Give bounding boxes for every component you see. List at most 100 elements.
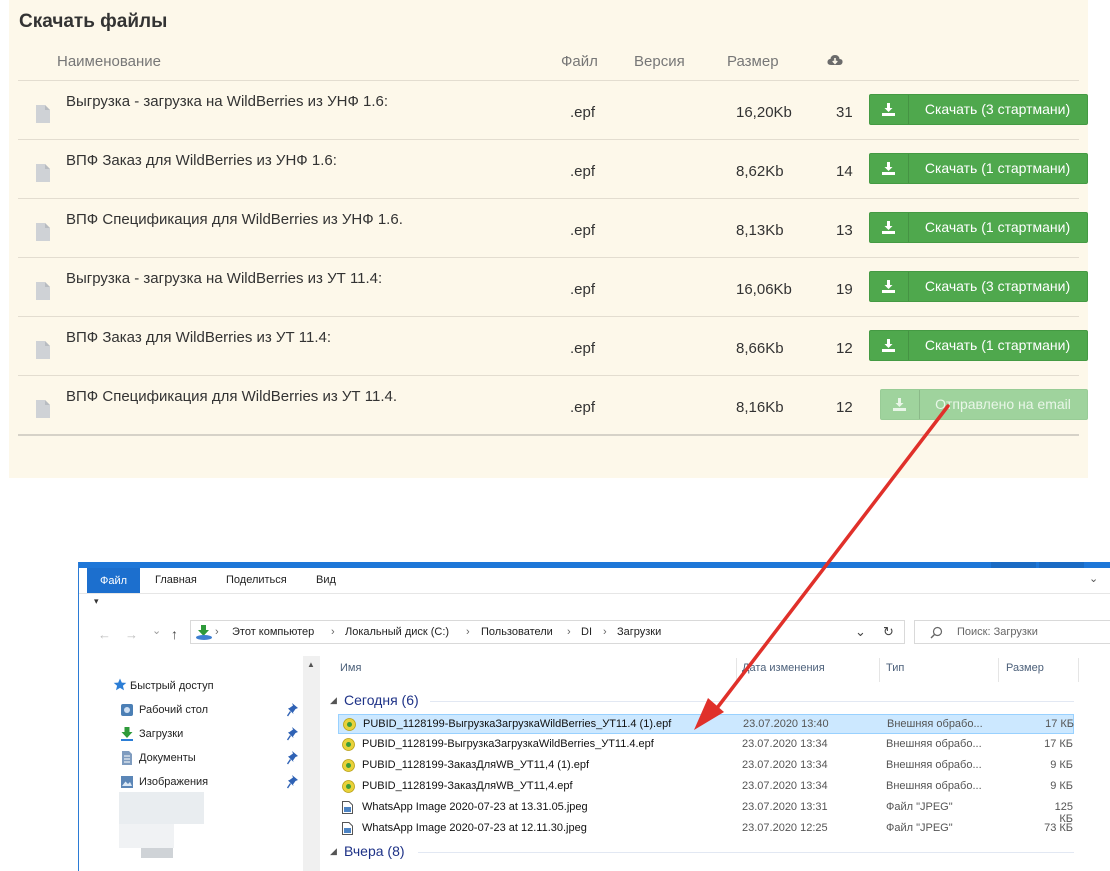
file-row[interactable]: WhatsApp Image 2020-07-23 at 12.11.30.jp… bbox=[338, 819, 1074, 839]
nav-item-desktop[interactable]: Рабочий стол bbox=[139, 704, 208, 716]
download-files-panel: Скачать файлы Наименование Файл Версия Р… bbox=[9, 0, 1088, 478]
files-table: Выгрузка - загрузка на WildBerries из УН… bbox=[18, 80, 1088, 436]
download-icon bbox=[881, 390, 920, 419]
column-header-size[interactable]: Размер bbox=[1006, 662, 1044, 674]
file-name: PUBID_1128199-ВыгрузкаЗагрузкаWildBerrie… bbox=[363, 718, 672, 730]
file-name: WhatsApp Image 2020-07-23 at 13.31.05.jp… bbox=[362, 801, 588, 813]
button-label: Скачать (1 стартмани) bbox=[924, 160, 1071, 176]
download-button[interactable]: Скачать (3 стартмани) bbox=[869, 271, 1088, 302]
file-extension: .epf bbox=[570, 399, 596, 416]
address-bar[interactable]: › Этот компьютер › Локальный диск (C:) ›… bbox=[190, 620, 905, 644]
breadcrumb-local-disk[interactable]: Локальный диск (C:) bbox=[345, 626, 449, 638]
quick-access-star-icon bbox=[113, 678, 127, 694]
tab-home[interactable]: Главная bbox=[155, 574, 197, 586]
breadcrumb-user[interactable]: DI bbox=[581, 626, 592, 638]
document-icon bbox=[36, 223, 50, 246]
group-today[interactable]: Сегодня (6) bbox=[344, 692, 419, 708]
file-date: 23.07.2020 13:40 bbox=[743, 718, 829, 730]
file-size: 8,66Kb bbox=[736, 340, 784, 357]
pin-icon[interactable] bbox=[286, 703, 299, 722]
nav-quick-access[interactable]: Быстрый доступ bbox=[130, 680, 214, 692]
back-button[interactable]: ← bbox=[98, 627, 111, 642]
button-label: Отправлено на email bbox=[935, 396, 1071, 412]
file-explorer-window: Файл Главная Поделиться Вид ⌄ ▾ ← → ⌄ ↑ … bbox=[78, 562, 1110, 871]
file-size: 16,20Kb bbox=[736, 104, 792, 121]
download-button[interactable]: Скачать (1 стартмани) bbox=[869, 212, 1088, 243]
download-icon bbox=[870, 272, 909, 301]
breadcrumb-separator: › bbox=[331, 626, 335, 638]
refresh-button[interactable]: ↻ bbox=[883, 624, 894, 640]
download-icon bbox=[870, 331, 909, 360]
epf-icon bbox=[342, 780, 355, 798]
quick-access-toolbar-dropdown[interactable]: ▾ bbox=[94, 596, 99, 607]
nav-item-downloads[interactable]: Загрузки bbox=[139, 728, 183, 740]
file-date: 23.07.2020 13:31 bbox=[742, 801, 828, 813]
group-yesterday[interactable]: Вчера (8) bbox=[344, 843, 405, 859]
file-row[interactable]: WhatsApp Image 2020-07-23 at 13.31.05.jp… bbox=[338, 798, 1074, 825]
sent-to-email-button[interactable]: Отправлено на email bbox=[880, 389, 1088, 420]
breadcrumb-separator: › bbox=[567, 626, 571, 638]
navigation-pane-scrollbar[interactable]: ▲ bbox=[303, 656, 320, 871]
collapse-group-icon[interactable]: ◢ bbox=[330, 846, 337, 857]
file-title: ВПФ Спецификация для WildBerries из УТ 1… bbox=[66, 388, 398, 405]
download-button[interactable]: Скачать (3 стартмани) bbox=[869, 94, 1088, 125]
download-count: 19 bbox=[836, 281, 853, 298]
collapse-group-icon[interactable]: ◢ bbox=[330, 695, 337, 706]
ribbon-expand-icon[interactable]: ⌄ bbox=[1089, 572, 1098, 585]
address-history-dropdown[interactable]: ⌄ bbox=[855, 624, 866, 640]
pin-icon[interactable] bbox=[286, 727, 299, 746]
file-extension: .epf bbox=[570, 340, 596, 357]
button-label: Скачать (3 стартмани) bbox=[924, 101, 1071, 117]
download-count: 14 bbox=[836, 163, 853, 180]
file-title: ВПФ Заказ для WildBerries из УТ 11.4: bbox=[66, 329, 332, 346]
forward-button[interactable]: → bbox=[125, 627, 138, 642]
file-row[interactable]: PUBID_1128199-ВыгрузкаЗагрузкаWildBerrie… bbox=[338, 735, 1074, 755]
column-header-size: Размер bbox=[727, 53, 779, 70]
column-header-date[interactable]: Дата изменения bbox=[742, 662, 825, 674]
column-header-name: Наименование bbox=[57, 53, 161, 70]
recent-locations-button[interactable]: ⌄ bbox=[152, 624, 161, 637]
column-header-version: Версия bbox=[634, 53, 685, 70]
obscured-nav-items bbox=[119, 824, 174, 848]
download-button[interactable]: Скачать (1 стартмани) bbox=[869, 153, 1088, 184]
file-title: Выгрузка - загрузка на WildBerries из УТ… bbox=[66, 270, 383, 287]
tab-view[interactable]: Вид bbox=[316, 574, 336, 586]
column-header-file: Файл bbox=[561, 53, 598, 70]
downloads-icon bbox=[120, 727, 134, 744]
pin-icon[interactable] bbox=[286, 775, 299, 794]
column-header-type[interactable]: Тип bbox=[886, 662, 904, 674]
column-header-name[interactable]: Имя bbox=[340, 662, 361, 674]
breadcrumb-this-pc[interactable]: Этот компьютер bbox=[232, 626, 314, 638]
tab-file[interactable]: Файл bbox=[87, 568, 140, 593]
cloud-download-icon bbox=[827, 54, 843, 72]
file-title: Выгрузка - загрузка на WildBerries из УН… bbox=[66, 93, 389, 110]
file-type: Внешняя обрабо... bbox=[886, 780, 982, 792]
download-count: 12 bbox=[836, 340, 853, 357]
epf-icon bbox=[342, 759, 355, 777]
nav-item-documents[interactable]: Документы bbox=[139, 752, 196, 764]
obscured-nav-items bbox=[141, 848, 173, 858]
button-label: Скачать (1 стартмани) bbox=[924, 337, 1071, 353]
up-button[interactable]: ↑ bbox=[171, 626, 178, 642]
breadcrumb-separator: › bbox=[466, 626, 470, 638]
nav-item-pictures[interactable]: Изображения bbox=[139, 776, 208, 788]
tab-share[interactable]: Поделиться bbox=[226, 574, 287, 586]
table-row: Выгрузка - загрузка на WildBerries из УТ… bbox=[18, 257, 1088, 316]
file-row[interactable]: PUBID_1128199-ЗаказДляWB_УТ11,4 (1).epf … bbox=[338, 756, 1074, 776]
file-size: 73 КБ bbox=[1044, 822, 1073, 834]
download-button[interactable]: Скачать (1 стартмани) bbox=[869, 330, 1088, 361]
file-row[interactable]: PUBID_1128199-ЗаказДляWB_УТ11,4.epf 23.0… bbox=[338, 777, 1074, 797]
file-row-selected[interactable]: PUBID_1128199-ВыгрузкаЗагрузкаWildBerrie… bbox=[338, 714, 1074, 734]
download-count: 13 bbox=[836, 222, 853, 239]
search-input[interactable]: Поиск: Загрузки bbox=[914, 620, 1110, 644]
file-size: 8,16Kb bbox=[736, 399, 784, 416]
breadcrumb-users[interactable]: Пользователи bbox=[481, 626, 553, 638]
breadcrumb-downloads[interactable]: Загрузки bbox=[617, 626, 661, 638]
download-icon bbox=[870, 95, 909, 124]
file-name: PUBID_1128199-ВыгрузкаЗагрузкаWildBerrie… bbox=[362, 738, 654, 750]
breadcrumb-separator: › bbox=[215, 626, 219, 638]
obscured-nav-items bbox=[119, 792, 204, 824]
file-type: Внешняя обрабо... bbox=[886, 738, 982, 750]
search-placeholder: Поиск: Загрузки bbox=[957, 626, 1038, 638]
pin-icon[interactable] bbox=[286, 751, 299, 770]
